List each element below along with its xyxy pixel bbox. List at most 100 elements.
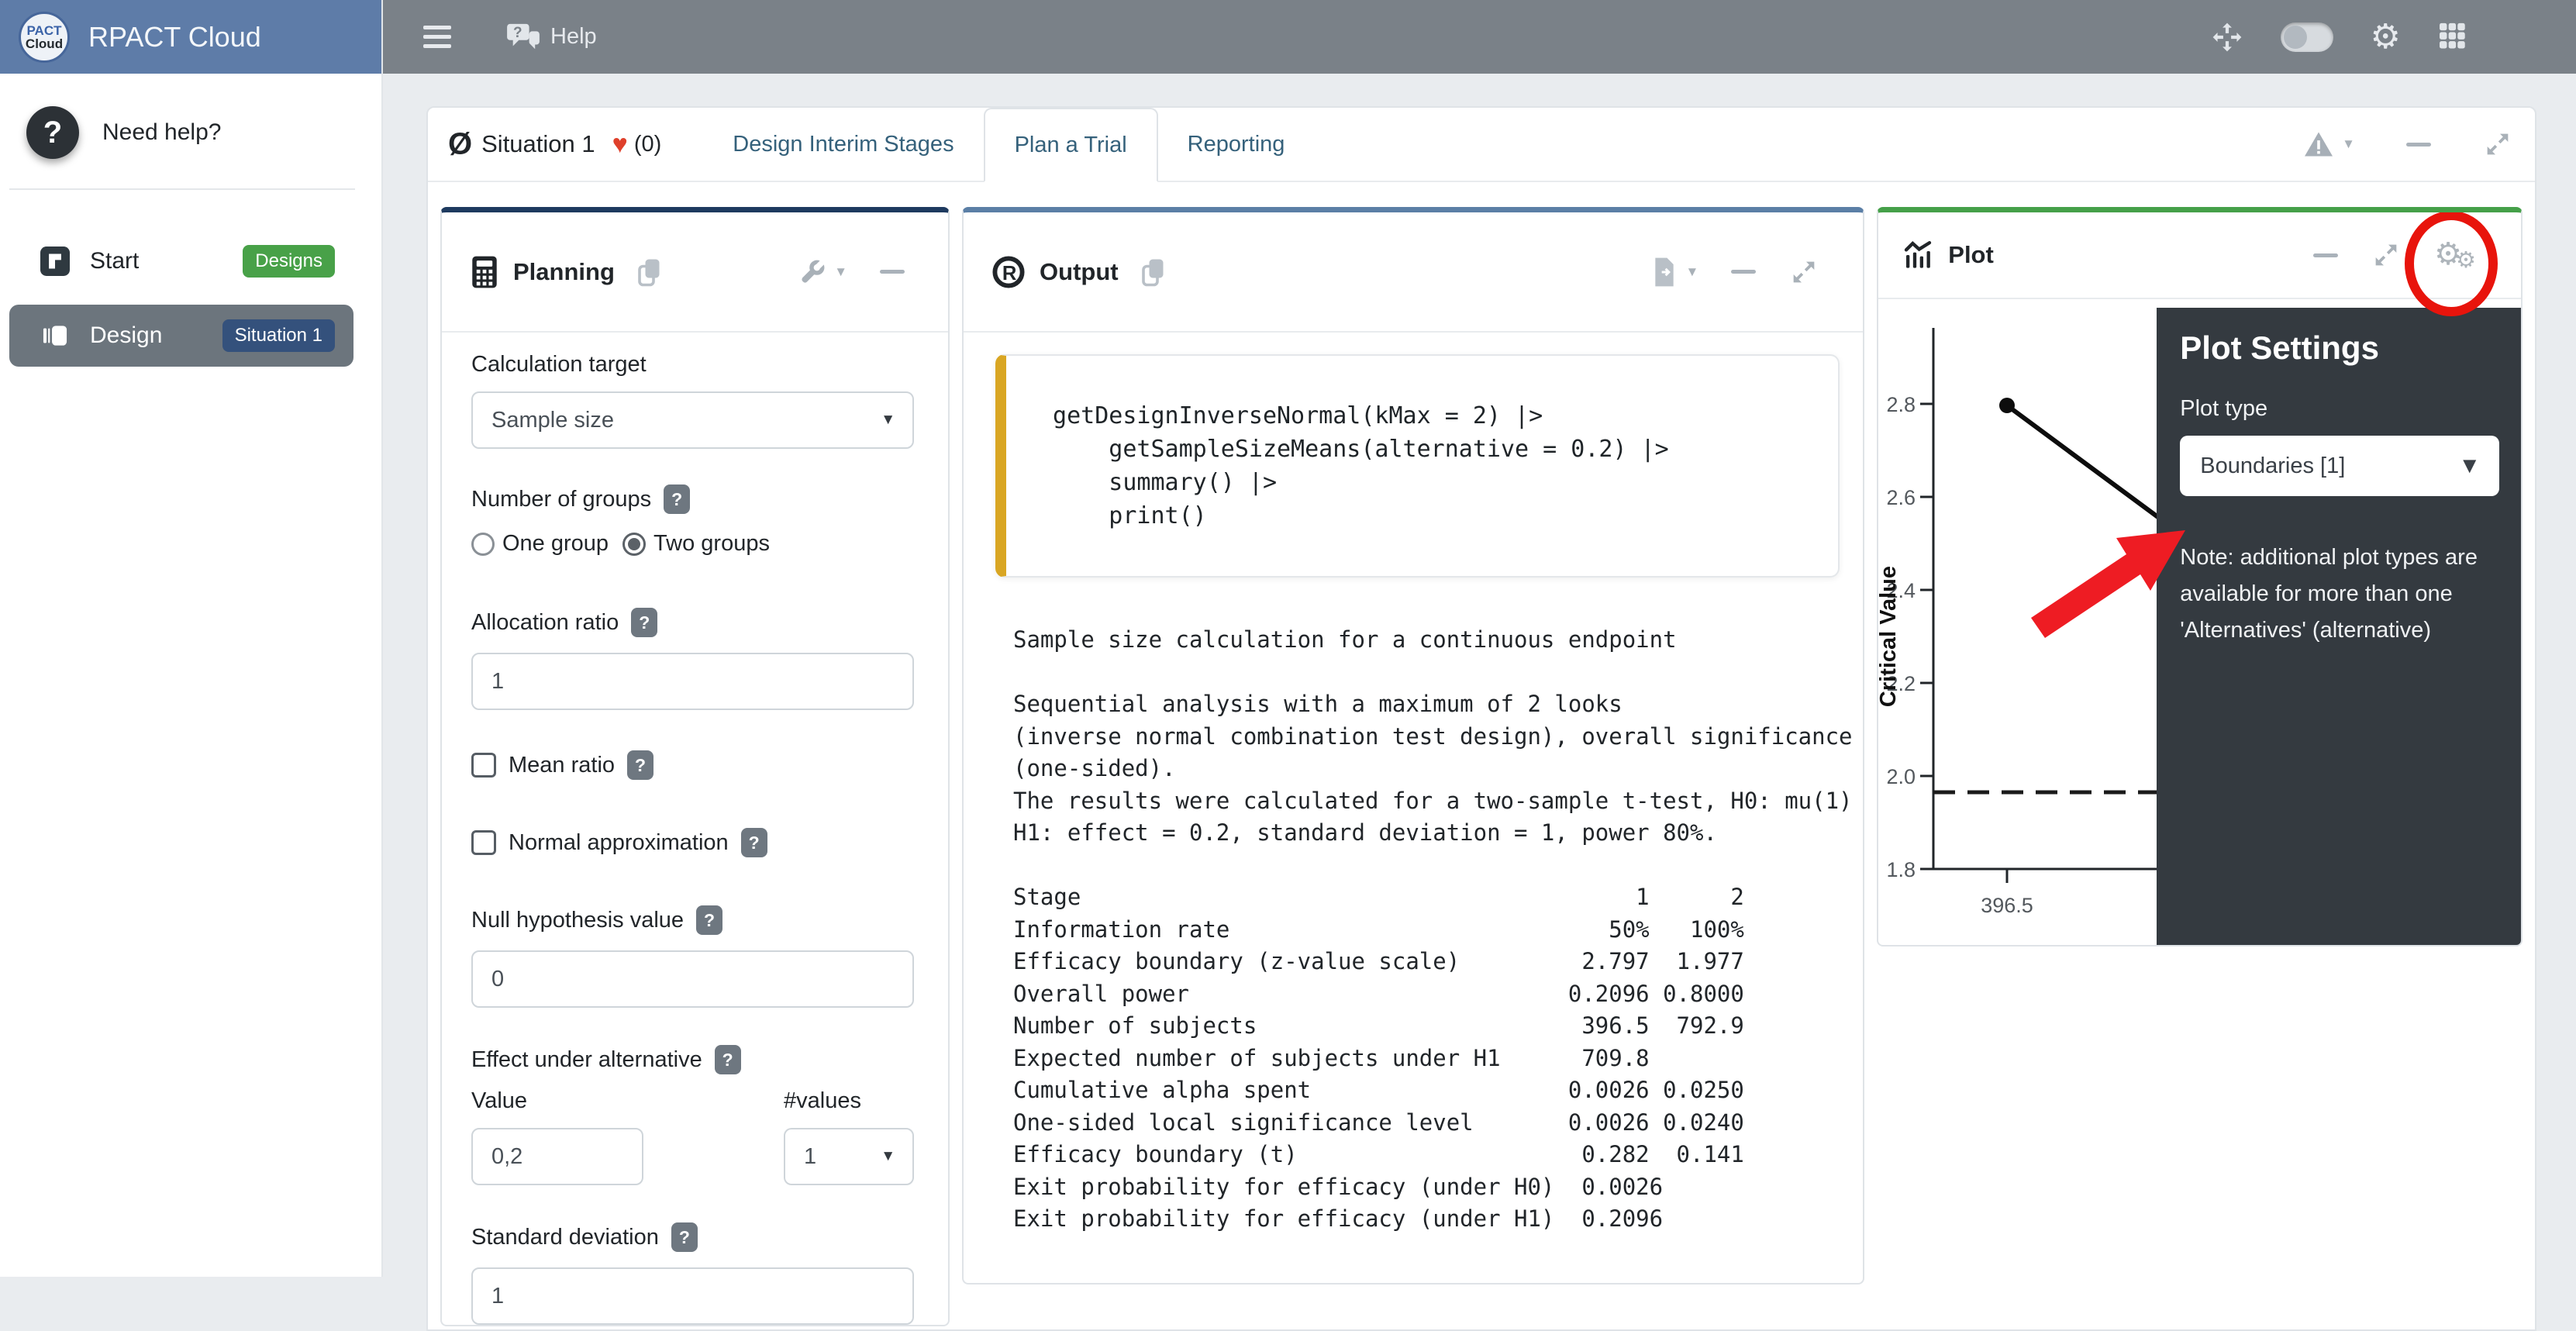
warnings-dropdown[interactable]: ▼	[2303, 130, 2355, 158]
radio-label: One group	[502, 531, 609, 557]
standard-deviation-input[interactable]	[471, 1267, 914, 1325]
output-body: getDesignInverseNormal(kMax = 2) |> getS…	[964, 333, 1863, 1236]
help-chat-icon: ?	[507, 22, 540, 52]
selected-value: Boundaries [1]	[2200, 453, 2345, 479]
collapse-button[interactable]	[1731, 270, 1756, 274]
situation-badge: Situation 1	[222, 319, 335, 352]
chevron-down-icon: ▼	[881, 412, 895, 429]
checkbox-label: Normal approximation	[509, 830, 729, 856]
app-title: RPACT Cloud	[88, 21, 261, 53]
num-values-label: #values	[784, 1088, 914, 1114]
panel-title: Planning	[513, 258, 615, 286]
panel-title: Plot	[1948, 241, 1994, 269]
plot-panel: Plot ⚙ ⚙	[1877, 207, 2523, 947]
planning-form: Calculation target Sample size ▼ Number …	[442, 333, 948, 1325]
grid-icon[interactable]	[2438, 22, 2472, 53]
y-axis-label: Critical Value	[1878, 566, 1901, 707]
allocation-ratio-input[interactable]	[471, 653, 914, 710]
num-values-select[interactable]: 1 ▼	[784, 1128, 914, 1185]
radio-label: Two groups	[653, 531, 770, 557]
radio-one-group[interactable]	[471, 533, 495, 556]
collapse-button[interactable]	[2313, 253, 2338, 257]
expand-icon[interactable]	[2371, 240, 2402, 271]
logo-text-2: Cloud	[26, 37, 63, 50]
sidebar-item-design[interactable]: Design Situation 1	[9, 305, 353, 367]
logo-text-1: PACT	[26, 24, 61, 37]
data-point-stage1	[1999, 398, 2015, 413]
svg-text:?: ?	[513, 25, 522, 41]
svg-text:R: R	[1002, 262, 1017, 284]
chevron-down-icon: ▼	[2458, 453, 2481, 479]
number-of-groups-radios: One group Two groups	[471, 531, 914, 557]
export-dropdown[interactable]: ▼	[1651, 257, 1698, 288]
help-badge-icon[interactable]: ?	[671, 1222, 698, 1252]
y-tick-label: 2.8	[1887, 393, 1916, 416]
question-circle-icon[interactable]: ?	[26, 106, 79, 159]
sidebar: PACT Cloud RPACT Cloud ? Need help? Star…	[0, 0, 383, 1277]
sidebar-nav: Start Designs Design Situation 1	[9, 230, 353, 367]
output-header: R Output ▼	[964, 212, 1863, 333]
standard-deviation-label: Standard deviation ?	[471, 1222, 914, 1252]
help-badge-icon[interactable]: ?	[664, 484, 690, 514]
help-badge-icon[interactable]: ?	[631, 608, 657, 637]
null-hypothesis-input[interactable]	[471, 950, 914, 1008]
situation-actions: ▼	[2303, 108, 2513, 181]
collapse-button[interactable]	[880, 270, 905, 274]
need-help-label: Need help?	[102, 119, 221, 146]
plot-settings-button[interactable]: ⚙ ⚙	[2434, 239, 2476, 272]
chart-icon	[1902, 240, 1934, 271]
topbar: ? Help ⚙	[383, 0, 2576, 74]
help-badge-icon[interactable]: ?	[741, 828, 767, 857]
copy-icon[interactable]	[1139, 257, 1167, 288]
help-label: Help	[550, 24, 597, 50]
mean-ratio-checkbox[interactable]	[471, 753, 496, 778]
panels-row: Planning	[428, 182, 2535, 1326]
gear-icon[interactable]: ⚙	[2371, 20, 2401, 54]
calculation-target-label: Calculation target	[471, 351, 914, 378]
checkbox-label: Mean ratio	[509, 753, 615, 778]
value-label: Value	[471, 1088, 643, 1114]
normal-approximation-checkbox[interactable]	[471, 830, 496, 855]
situation-header: Ø Situation 1 ♥ (0) Design Interim Stage…	[428, 108, 2535, 182]
expand-icon[interactable]	[2482, 129, 2513, 160]
tools-dropdown[interactable]: ▼	[798, 258, 847, 286]
radio-two-groups[interactable]	[622, 533, 646, 556]
favorite-count: (0)	[634, 132, 661, 157]
help-button[interactable]: ? Help	[507, 22, 597, 52]
menu-toggle-icon[interactable]	[423, 26, 451, 48]
selected-value: Sample size	[491, 408, 614, 433]
plot-type-select[interactable]: Boundaries [1] ▼	[2180, 436, 2499, 496]
need-help-link[interactable]: ? Need help?	[26, 106, 381, 159]
y-tick-label: 1.8	[1887, 858, 1916, 881]
sidebar-item-label: Design	[90, 322, 222, 349]
chevron-down-icon: ▼	[881, 1148, 895, 1165]
toggle-switch[interactable]	[2281, 22, 2333, 52]
tab-reporting[interactable]: Reporting	[1158, 108, 1315, 181]
sidebar-item-start[interactable]: Start Designs	[9, 230, 353, 292]
mean-ratio-row: Mean ratio ?	[471, 750, 914, 780]
chevron-down-icon: ▼	[1685, 264, 1698, 280]
effect-inputs: 1 ▼	[471, 1128, 914, 1185]
panel-title: Output	[1040, 258, 1119, 286]
effect-value-input[interactable]	[471, 1128, 643, 1185]
sidebar-divider	[9, 188, 355, 190]
r-code: getDesignInverseNormal(kMax = 2) |> getS…	[1053, 399, 1815, 533]
tab-plan-a-trial[interactable]: Plan a Trial	[984, 108, 1158, 182]
plot-settings-note: Note: additional plot types are availabl…	[2180, 540, 2499, 649]
copy-icon[interactable]	[635, 257, 663, 288]
plot-header: Plot ⚙ ⚙	[1878, 212, 2521, 299]
output-panel: R Output ▼	[962, 207, 1864, 1284]
warning-icon	[2303, 130, 2334, 158]
tab-design-interim-stages[interactable]: Design Interim Stages	[703, 108, 983, 181]
allocation-ratio-label: Allocation ratio ?	[471, 608, 914, 637]
r-logo-icon: R	[991, 255, 1026, 289]
arrows-out-icon[interactable]	[2211, 21, 2243, 53]
ban-icon: Ø	[448, 127, 472, 162]
calculation-target-select[interactable]: Sample size ▼	[471, 391, 914, 449]
expand-icon[interactable]	[1788, 257, 1819, 288]
help-badge-icon[interactable]: ?	[696, 905, 722, 935]
heart-icon[interactable]: ♥	[612, 129, 628, 160]
collapse-button[interactable]	[2406, 143, 2431, 147]
help-badge-icon[interactable]: ?	[715, 1045, 741, 1074]
help-badge-icon[interactable]: ?	[627, 750, 653, 780]
